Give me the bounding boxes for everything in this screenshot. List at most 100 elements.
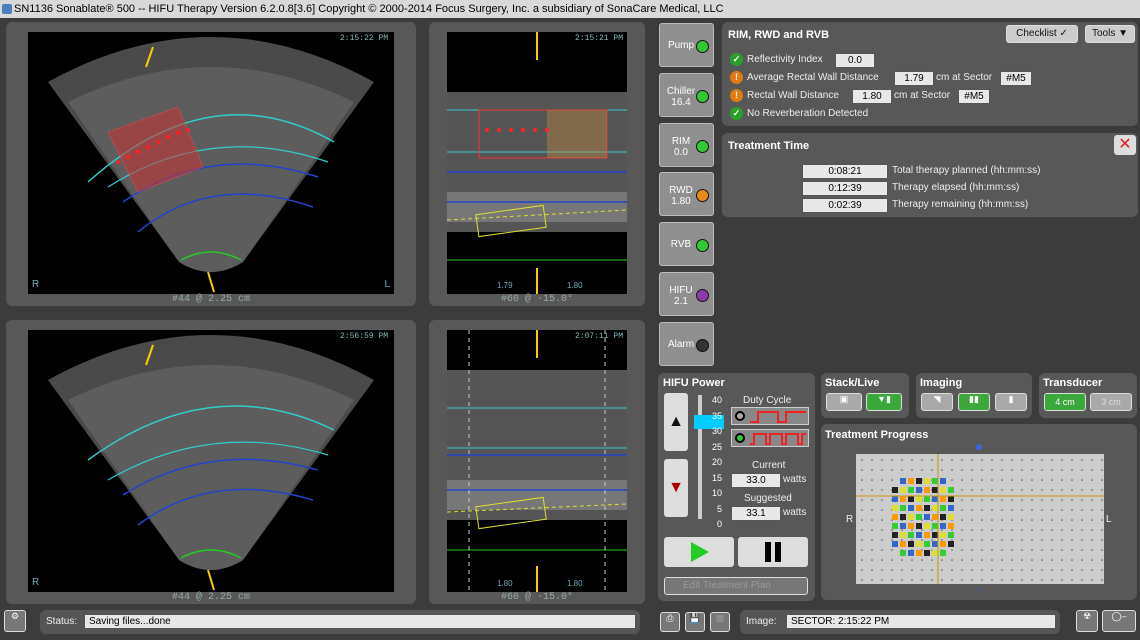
treatment-cell — [900, 523, 906, 529]
treatment-cell — [916, 496, 922, 502]
status-indicator — [696, 40, 709, 53]
hifu-value: 2.1 — [674, 296, 688, 307]
avg-rwd-label: Average Rectal Wall Distance — [747, 72, 879, 83]
alarm-button[interactable]: Alarm — [659, 322, 714, 366]
stack-button[interactable]: ▣ — [826, 393, 862, 411]
treatment-cell — [924, 505, 930, 511]
radiation-icon[interactable]: ☢ — [1076, 610, 1098, 632]
transducer-4cm-button[interactable]: 4 cm — [1044, 393, 1086, 411]
treatment-cell — [908, 478, 914, 484]
power-down-button[interactable]: ▼ — [664, 459, 688, 517]
linear-image-top[interactable]: 2:15:21 PM 1.79 1.80 — [447, 32, 627, 294]
treatment-cell — [892, 541, 898, 547]
orientation-right: L — [384, 279, 390, 290]
treatment-cell — [940, 487, 946, 493]
status-indicator — [696, 289, 709, 302]
sector-view-bottom: 2:56:59 PM R #44 @ 2.25 cm — [6, 320, 416, 604]
treatment-cell — [892, 532, 898, 538]
duty-cycle-option-2[interactable] — [731, 429, 809, 447]
timestamp: 2:15:22 PM — [339, 34, 388, 43]
rwd-button[interactable]: RWD 1.80 — [659, 172, 714, 216]
avg-rwd-value: 1.79 — [894, 71, 934, 86]
treatment-cell — [940, 514, 946, 520]
power-up-button[interactable]: ▲ — [664, 393, 688, 451]
save-icon[interactable]: 💾 — [685, 612, 705, 632]
settings-icon[interactable]: ⚙ — [4, 610, 26, 632]
pump-label: Pump — [667, 40, 695, 51]
sector-image-top[interactable]: 2:15:22 PM R L — [28, 32, 394, 294]
treatment-cell — [932, 532, 938, 538]
play-button[interactable] — [664, 537, 734, 567]
power-scale: 40 35 30 25 20 15 10 5 0 — [711, 395, 722, 529]
sector-view-top: 2:15:22 PM R L #44 @ 2.25 cm — [6, 22, 416, 306]
tools-button[interactable]: Tools ▼ — [1085, 25, 1135, 43]
reflectivity-value: 0.0 — [835, 53, 875, 68]
panel-title: Transducer — [1043, 377, 1103, 389]
treatment-cell — [924, 487, 930, 493]
imaging-sector-button[interactable]: ◥ — [921, 393, 953, 411]
treatment-cell — [900, 496, 906, 502]
toggle-icon[interactable]: ◯– — [1102, 610, 1136, 632]
treatment-cell — [948, 496, 954, 502]
treatment-cell — [932, 478, 938, 484]
imaging-linear-button[interactable]: ▮ — [995, 393, 1027, 411]
hifu-button[interactable]: HIFU 2.1 — [659, 272, 714, 316]
print-icon[interactable]: ⎙ — [660, 612, 680, 632]
checklist-button[interactable]: Checklist ✓ — [1006, 25, 1078, 43]
status-indicator — [696, 90, 709, 103]
rwd-unit: cm at Sector — [894, 90, 951, 101]
stack-icon: ▣ — [839, 394, 849, 404]
title-bar: SN1136 Sonablate® 500 -- HIFU Therapy Ve… — [0, 0, 1140, 18]
treatment-cell — [916, 505, 922, 511]
live-button[interactable]: ▼▮ — [866, 393, 902, 411]
transducer-3cm-button[interactable]: 3 cm — [1090, 393, 1132, 411]
status-bar: Status: Saving files...done — [40, 610, 640, 634]
view-caption: #44 @ 2.25 cm — [171, 592, 250, 603]
pump-button[interactable]: Pump — [659, 23, 714, 67]
rvb-button[interactable]: RVB — [659, 222, 714, 266]
grid-icon[interactable]: ▦ — [710, 612, 730, 632]
play-icon — [691, 542, 709, 562]
treatment-cell — [940, 496, 946, 502]
duty-cycle-option-1[interactable] — [731, 407, 809, 425]
treatment-cell — [908, 505, 914, 511]
rim-label: RIM — [671, 136, 691, 147]
treatment-cell — [932, 514, 938, 520]
elapsed-label: Therapy elapsed (hh:mm:ss) — [892, 182, 1020, 193]
treatment-cell — [924, 541, 930, 547]
treatment-cell — [948, 514, 954, 520]
edit-treatment-plan-button[interactable]: Edit Treatment Plan — [664, 577, 808, 595]
orientation-left: R — [32, 279, 40, 290]
treatment-cell — [948, 523, 954, 529]
elapsed-value: 0:12:39 — [802, 181, 888, 196]
rwd-label: Rectal Wall Distance — [747, 90, 839, 101]
sector-image-bottom[interactable]: 2:56:59 PM R — [28, 330, 394, 592]
pause-button[interactable] — [738, 537, 808, 567]
treatment-cell — [900, 532, 906, 538]
linear-image-bottom[interactable]: 2:07:11 PM 1.80 1.80 — [447, 330, 627, 592]
treatment-cell — [940, 505, 946, 511]
readout-right: 1.80 — [567, 579, 583, 588]
avg-rwd-unit: cm at Sector — [936, 72, 993, 83]
readout-left: 1.80 — [497, 579, 513, 588]
treatment-cell — [940, 532, 946, 538]
window-title: SN1136 Sonablate® 500 -- HIFU Therapy Ve… — [14, 3, 724, 15]
warning-icon: ! — [730, 89, 743, 102]
rim-button[interactable]: RIM 0.0 — [659, 123, 714, 167]
readout-left: 1.79 — [497, 281, 513, 290]
chiller-button[interactable]: Chiller 16.4 — [659, 73, 714, 117]
imaging-panel: Imaging ◥ ▮▮ ▮ — [916, 373, 1032, 418]
imaging-dual-button[interactable]: ▮▮ — [958, 393, 990, 411]
treatment-cell — [932, 505, 938, 511]
progress-grid[interactable] — [856, 454, 1104, 584]
suggested-value: 33.1 — [731, 506, 781, 521]
power-slider-track[interactable] — [698, 395, 702, 519]
rwd-label: RWD — [669, 185, 693, 196]
panel-title: Imaging — [920, 377, 963, 389]
rwd-value: 1.80 — [852, 89, 892, 104]
status-value: Saving files...done — [84, 614, 636, 629]
checkmark-icon: ✓ — [1059, 28, 1068, 39]
treatment-cell — [924, 550, 930, 556]
close-icon[interactable]: ✕ — [1114, 135, 1136, 155]
image-bar: Image: SECTOR: 2:15:22 PM — [740, 610, 1060, 634]
